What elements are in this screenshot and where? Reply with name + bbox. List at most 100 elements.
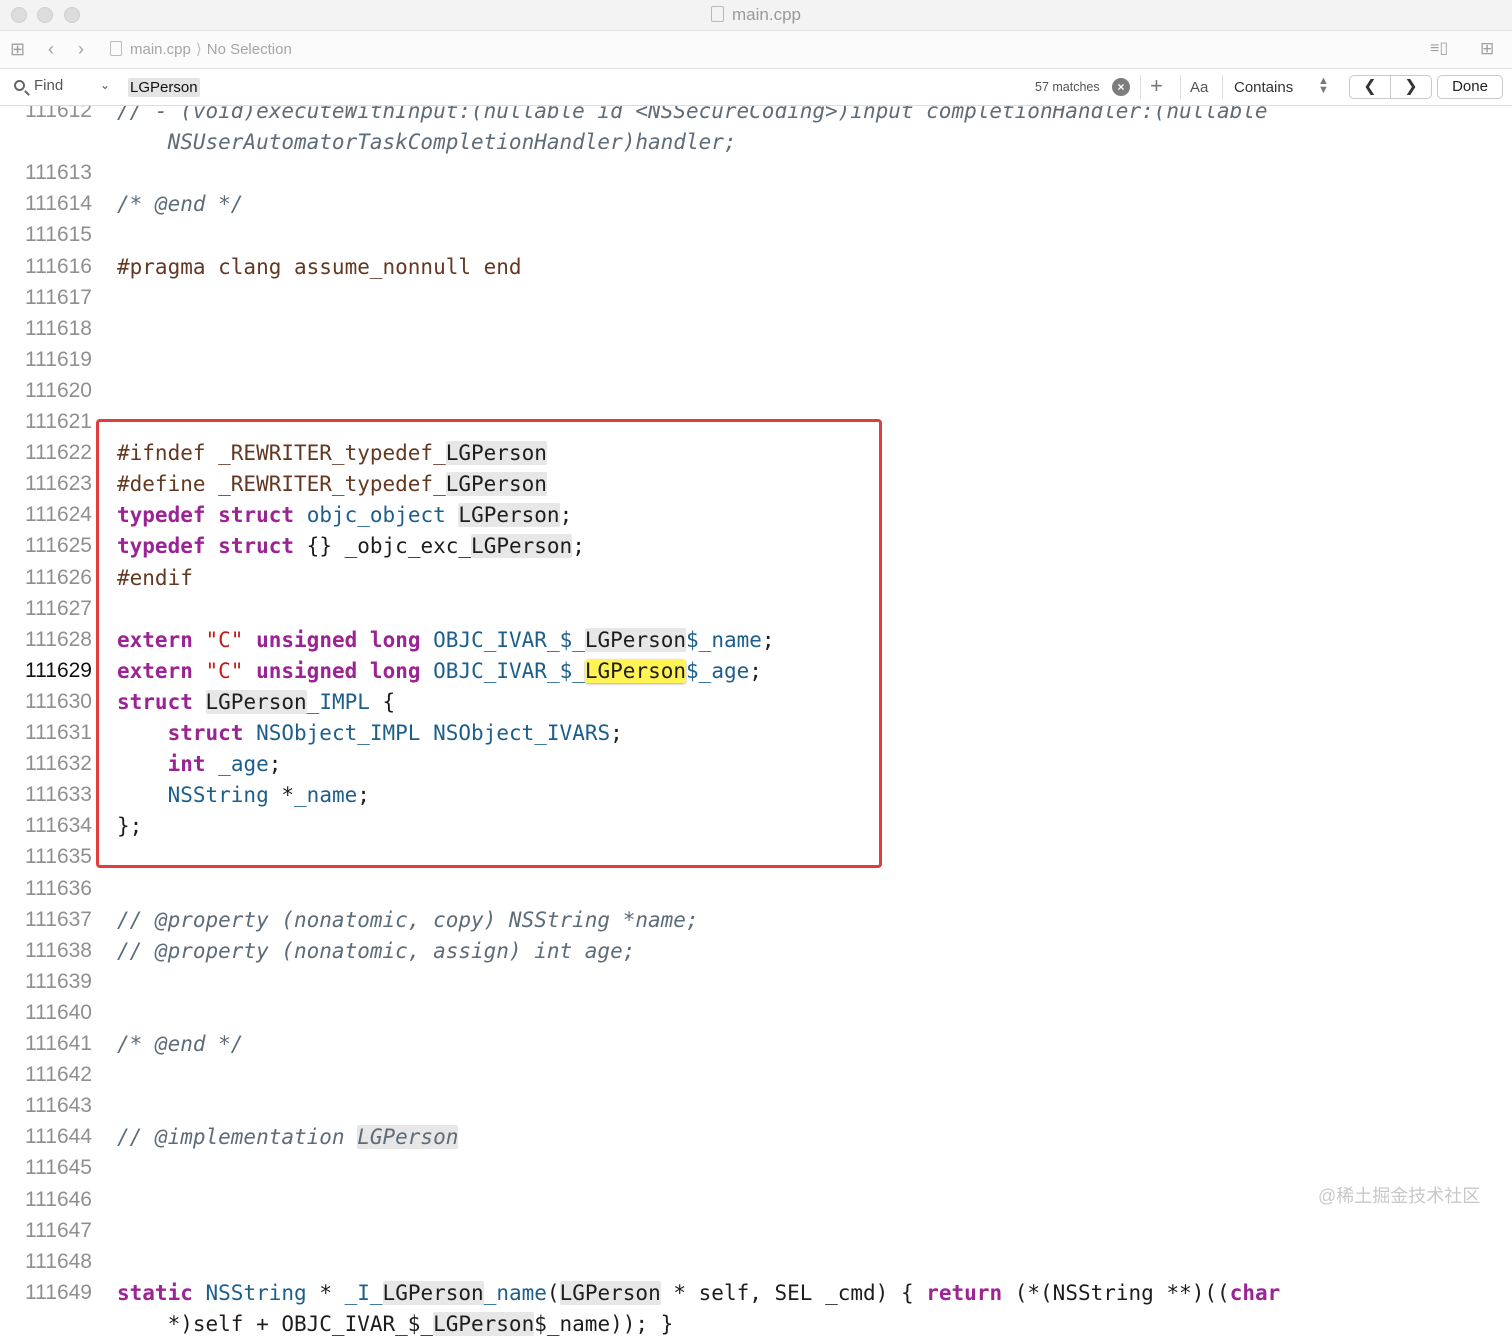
code-token: unsigned: [256, 658, 358, 683]
line-number: 111628: [25, 627, 92, 651]
code-token: return: [926, 1280, 1003, 1305]
line-number: 111641: [25, 1032, 92, 1055]
cpp-file-icon: [110, 41, 122, 56]
code-token: objc_object: [306, 503, 446, 528]
code-line: // @implementation LGPerson: [117, 1125, 459, 1150]
code-line: struct LGPerson_IMPL {: [117, 689, 396, 714]
line-number: 111626: [25, 565, 92, 589]
code-token: $_name)); }: [534, 1311, 674, 1336]
code-token: * self, SEL _cmd) {: [660, 1280, 927, 1305]
code-token: *: [268, 783, 295, 808]
code-token: NSString: [205, 1280, 307, 1305]
search-match-highlight: LGPerson: [559, 1280, 661, 1305]
line-number: 111615: [25, 223, 92, 247]
code-token: #ifndef _REWRITER_typedef_: [117, 441, 446, 466]
code-token: {} _objc_exc_: [294, 534, 472, 559]
next-match-button[interactable]: ❯: [1391, 76, 1431, 98]
code-token: NSObject_IMPL: [256, 721, 421, 745]
divider: [1222, 75, 1223, 99]
code-line: /* @end */: [117, 192, 243, 216]
code-line: #define _REWRITER_typedef_LGPerson: [117, 472, 547, 497]
code-token: /* @end */: [117, 1032, 244, 1056]
code-token: OBJC_IVAR_$_: [433, 658, 585, 683]
code-line: NSUserAutomatorTaskCompletionHandler)han…: [117, 130, 737, 154]
watermark: @稀土掘金技术社区: [1318, 1186, 1481, 1206]
code-token: ;: [610, 721, 623, 745]
line-number: 111627: [25, 596, 92, 620]
code-line: struct NSObject_IMPL NSObject_IVARS;: [117, 721, 623, 745]
code-token: "C": [205, 658, 244, 683]
code-line: typedef struct {} _objc_exc_LGPerson;: [117, 534, 585, 559]
add-editor-icon[interactable]: ⊞: [1480, 39, 1494, 59]
cpp-file-icon: [711, 6, 724, 22]
code-token: #pragma clang assume_nonnull end: [117, 254, 522, 279]
window-titlebar: main.cpp: [0, 0, 1512, 31]
code-token: long: [369, 627, 421, 652]
divider: [1140, 75, 1141, 99]
jump-bar: ⊞ ‹ › main.cpp ⟩ No Selection ≡▯ ⊞: [0, 31, 1512, 69]
line-number: 111616: [25, 254, 92, 278]
up-down-chevron-icon[interactable]: ▲ ▼: [1318, 76, 1329, 96]
done-button[interactable]: Done: [1437, 75, 1503, 99]
breadcrumb-selection[interactable]: No Selection: [207, 41, 292, 58]
code-editor[interactable]: 111612 // - (void)executeWithInput:(nulla…: [0, 106, 1512, 1344]
code-line: #endif: [117, 566, 193, 590]
editor-options-icon[interactable]: ≡▯: [1430, 39, 1448, 59]
line-number: 111645: [25, 1156, 92, 1180]
line-number: 111649: [25, 1280, 92, 1304]
match-count: 57 matches: [1035, 80, 1100, 94]
window-title: main.cpp: [0, 5, 1512, 25]
code-line: // @property (nonatomic, assign) int age…: [117, 939, 635, 963]
code-token: _name: [483, 1280, 547, 1305]
search-match-highlight: LGPerson: [357, 1125, 459, 1150]
chevron-down-icon[interactable]: ⌄: [100, 78, 110, 92]
code-token: {: [369, 689, 396, 714]
search-match-highlight: LGPerson: [584, 627, 687, 652]
add-find-option-button[interactable]: +: [1150, 73, 1163, 99]
line-number: 111617: [25, 285, 92, 309]
code-token: _name: [294, 783, 358, 808]
code-token: ;: [357, 783, 370, 808]
code-token: NSString: [167, 783, 269, 808]
forward-chevron-icon[interactable]: ›: [78, 39, 84, 59]
line-number: 111647: [25, 1218, 92, 1242]
code-token: struct: [167, 721, 244, 745]
code-token: typedef: [117, 503, 206, 528]
line-number: 111640: [25, 1000, 92, 1024]
line-number: 111636: [25, 876, 92, 900]
search-input[interactable]: [122, 75, 1012, 99]
code-token: _age: [218, 752, 269, 777]
code-line: typedef struct objc_object LGPerson;: [117, 503, 572, 528]
previous-match-button[interactable]: ❮: [1350, 76, 1390, 98]
code-token: };: [117, 814, 143, 839]
find-mode-menu[interactable]: Find: [14, 77, 63, 94]
back-chevron-icon[interactable]: ‹: [48, 39, 54, 59]
related-items-grid-icon[interactable]: ⊞: [10, 39, 25, 59]
breadcrumb-file[interactable]: main.cpp: [130, 41, 191, 58]
code-token: extern: [117, 658, 193, 683]
match-type-select[interactable]: Contains: [1234, 79, 1293, 96]
code-token: struct: [218, 534, 295, 559]
clear-search-icon[interactable]: ×: [1112, 78, 1130, 96]
divider: [1180, 75, 1181, 99]
code-line: *)self + OBJC_IVAR_$_LGPerson$_name)); }: [117, 1311, 674, 1336]
line-number: 111634: [25, 814, 92, 838]
case-sensitivity-button[interactable]: Aa: [1190, 79, 1208, 96]
code-token: long: [369, 658, 421, 683]
breadcrumb: main.cpp ⟩ No Selection: [110, 40, 292, 58]
code-token: extern: [117, 627, 193, 652]
line-number: 111623: [25, 472, 92, 496]
line-number: 111620: [25, 378, 92, 402]
code-token: #endif: [117, 565, 193, 590]
code-line: // - (void)executeWithInput:(nullable id…: [117, 106, 1268, 123]
line-number: 111631: [25, 721, 92, 744]
line-number: 111644: [25, 1125, 92, 1149]
